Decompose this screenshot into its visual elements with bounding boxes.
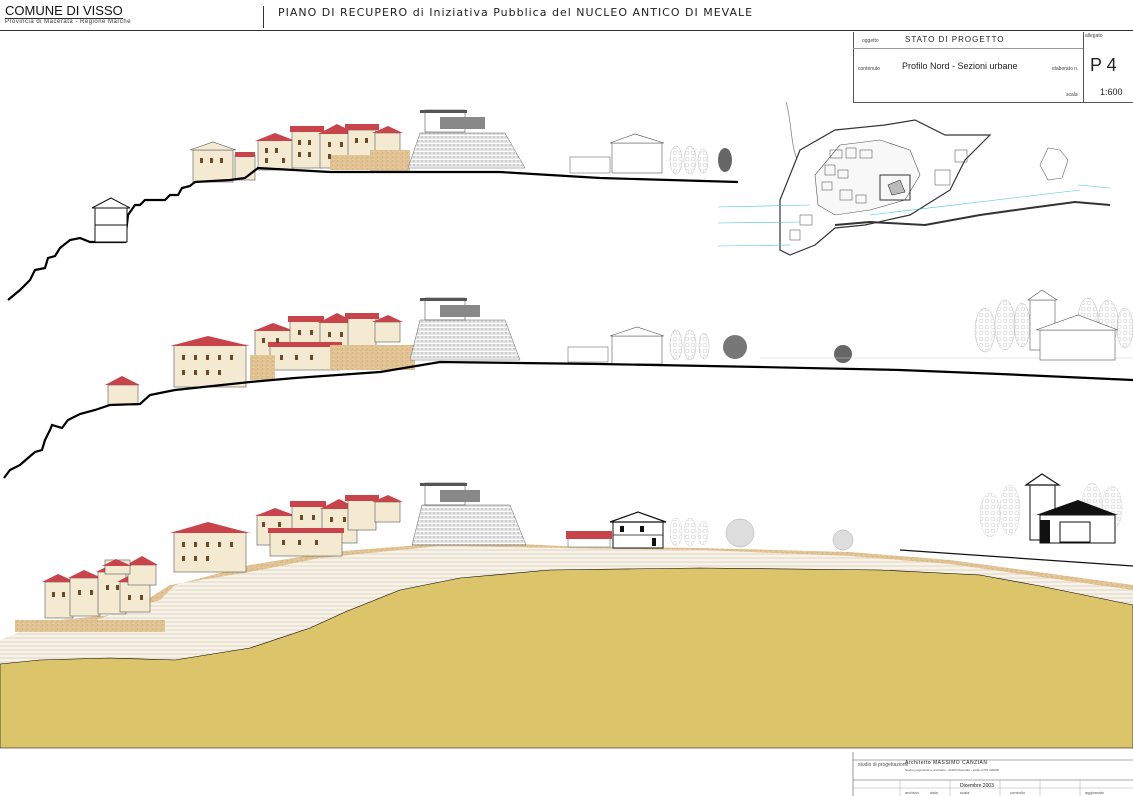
section-1-buildings [189, 124, 410, 183]
studio-label: studio di progettazione [858, 762, 909, 768]
footer-col-data: data [930, 790, 938, 795]
section-2 [3, 289, 1133, 479]
studio-address: Studio progettazione architetto - 62100 … [905, 768, 1000, 772]
footer-col-controllo: controllo [1010, 790, 1026, 795]
footer-col-archivio: archivio [905, 790, 919, 795]
section-3 [0, 473, 1133, 749]
site-plan [717, 101, 1111, 256]
footer-col-scala: scala [960, 790, 970, 795]
section-1 [7, 109, 739, 301]
section-1-terrace [407, 132, 526, 169]
section-drawing [0, 101, 1133, 796]
section-2-ground-line [3, 360, 1133, 479]
architect-name: Architetto MASSIMO CANZIAN [905, 760, 988, 766]
drawing-date: Dicembre 2003 [960, 783, 994, 789]
footer-col-aggiornato: aggiornato [1085, 790, 1104, 795]
